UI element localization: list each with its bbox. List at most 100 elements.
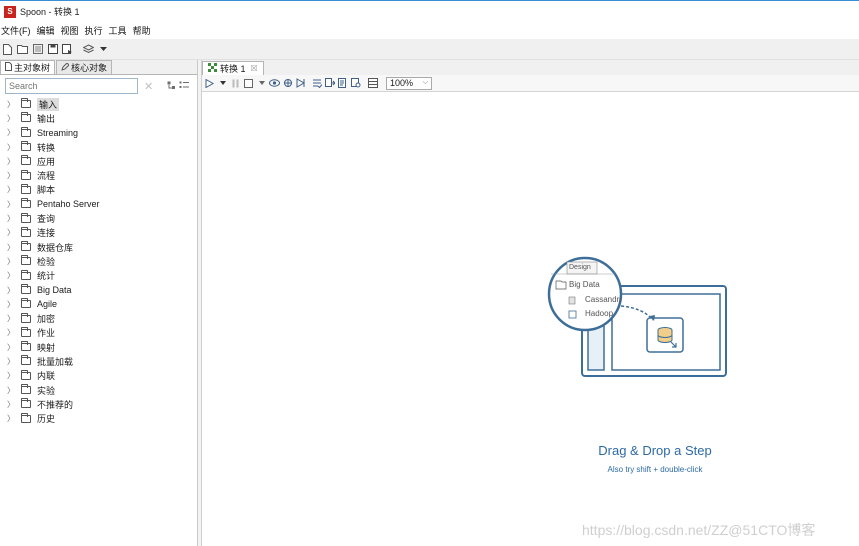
tab-core-objects-label: 核心对象 bbox=[71, 63, 108, 73]
tree-item-job[interactable]: 〉作业 bbox=[0, 326, 196, 340]
run-icon[interactable] bbox=[204, 78, 215, 89]
tree-item-data-warehouse[interactable]: 〉数据仓库 bbox=[0, 240, 196, 254]
expand-all-icon[interactable] bbox=[167, 81, 176, 92]
debug-icon[interactable] bbox=[282, 78, 293, 89]
tree-item-experimental[interactable]: 〉实验 bbox=[0, 383, 196, 397]
transformation-canvas[interactable]: Design Big Data Cassandra Hadoop Drag & … bbox=[202, 92, 859, 546]
chevron-right-icon[interactable]: 〉 bbox=[7, 313, 17, 324]
verify-icon[interactable] bbox=[311, 78, 322, 89]
tab-core-objects[interactable]: 核心对象 bbox=[56, 60, 113, 74]
chevron-right-icon[interactable]: 〉 bbox=[7, 199, 17, 210]
chevron-right-icon[interactable]: 〉 bbox=[7, 299, 17, 310]
chevron-right-icon[interactable]: 〉 bbox=[7, 399, 17, 410]
chevron-right-icon[interactable]: 〉 bbox=[7, 385, 17, 396]
save-icon[interactable] bbox=[47, 44, 58, 55]
perspective-dropdown-icon[interactable] bbox=[98, 44, 109, 55]
search-row: ✕ bbox=[0, 75, 197, 97]
tree-item-history[interactable]: 〉历史 bbox=[0, 412, 196, 426]
stop-icon[interactable] bbox=[243, 78, 254, 89]
database-explore-icon[interactable] bbox=[350, 78, 361, 89]
impact-analysis-icon[interactable] bbox=[324, 78, 335, 89]
chevron-right-icon[interactable]: 〉 bbox=[7, 356, 17, 367]
show-results-icon[interactable] bbox=[367, 78, 378, 89]
tree-item-joins[interactable]: 〉连接 bbox=[0, 226, 196, 240]
menu-view[interactable]: 视图 bbox=[58, 24, 82, 37]
chevron-right-icon[interactable]: 〉 bbox=[7, 242, 17, 253]
title-bar: S Spoon - 转换 1 bbox=[0, 0, 859, 22]
tree-item-deprecated[interactable]: 〉不推荐的 bbox=[0, 397, 196, 411]
menu-edit[interactable]: 编辑 bbox=[34, 24, 58, 37]
chevron-right-icon[interactable]: 〉 bbox=[7, 370, 17, 381]
tree-item-lookup[interactable]: 〉查询 bbox=[0, 211, 196, 225]
tree-item-transform[interactable]: 〉转换 bbox=[0, 140, 196, 154]
folder-icon bbox=[21, 326, 31, 337]
tree-item-validation[interactable]: 〉检验 bbox=[0, 254, 196, 268]
replay-icon[interactable] bbox=[295, 78, 306, 89]
tree-item-cryptography[interactable]: 〉加密 bbox=[0, 311, 196, 325]
chevron-right-icon[interactable]: 〉 bbox=[7, 327, 17, 338]
chevron-right-icon[interactable]: 〉 bbox=[7, 142, 17, 153]
run-dropdown-icon[interactable] bbox=[217, 78, 228, 89]
folder-icon bbox=[21, 341, 31, 352]
editor-toolbar: 100% ⌵ bbox=[202, 75, 859, 92]
chevron-right-icon[interactable]: 〉 bbox=[7, 213, 17, 224]
tree-item-mapping[interactable]: 〉映射 bbox=[0, 340, 196, 354]
tree-item-application[interactable]: 〉应用 bbox=[0, 154, 196, 168]
chevron-right-icon[interactable]: 〉 bbox=[7, 270, 17, 281]
folder-icon bbox=[21, 298, 31, 309]
chevron-right-icon[interactable]: 〉 bbox=[7, 413, 17, 424]
tree-item-input[interactable]: 〉输入 bbox=[0, 97, 196, 111]
chevron-right-icon[interactable]: 〉 bbox=[7, 127, 17, 138]
tree-item-scripting[interactable]: 〉脚本 bbox=[0, 183, 196, 197]
tree-item-agile[interactable]: 〉 Agile bbox=[0, 297, 196, 311]
folder-icon bbox=[21, 312, 31, 323]
tree-item-pentaho-server[interactable]: 〉 Pentaho Server bbox=[0, 197, 196, 211]
perspective-layers-icon[interactable] bbox=[83, 44, 94, 55]
zoom-select[interactable]: 100% ⌵ bbox=[386, 76, 432, 90]
tree-item-flow[interactable]: 〉流程 bbox=[0, 168, 196, 182]
open-folder-icon[interactable] bbox=[17, 44, 28, 55]
spoon-logo-icon: S bbox=[4, 5, 16, 18]
menu-file[interactable]: 文件(F) bbox=[0, 24, 34, 37]
menu-help[interactable]: 帮助 bbox=[130, 24, 154, 37]
tree-item-big-data[interactable]: 〉 Big Data bbox=[0, 283, 196, 297]
folder-icon bbox=[21, 126, 31, 137]
chevron-right-icon[interactable]: 〉 bbox=[7, 99, 17, 110]
tab-main-tree[interactable]: 主对象树 bbox=[0, 60, 56, 74]
folder-icon bbox=[21, 183, 31, 194]
chevron-right-icon[interactable]: 〉 bbox=[7, 156, 17, 167]
chevron-right-icon[interactable]: 〉 bbox=[7, 342, 17, 353]
tree-item-statistics[interactable]: 〉统计 bbox=[0, 269, 196, 283]
folder-icon bbox=[21, 369, 31, 380]
menu-run[interactable]: 执行 bbox=[82, 24, 106, 37]
folder-icon bbox=[21, 355, 31, 366]
save-as-icon[interactable] bbox=[62, 44, 73, 55]
preview-icon[interactable] bbox=[269, 78, 280, 89]
clear-search-icon[interactable]: ✕ bbox=[144, 80, 153, 93]
folder-icon bbox=[21, 384, 31, 395]
chevron-right-icon[interactable]: 〉 bbox=[7, 170, 17, 181]
sql-icon[interactable] bbox=[337, 78, 348, 89]
tree-item-inline[interactable]: 〉内联 bbox=[0, 369, 196, 383]
explore-repository-icon[interactable] bbox=[32, 44, 43, 55]
chevron-right-icon[interactable]: 〉 bbox=[7, 256, 17, 267]
new-file-icon[interactable] bbox=[2, 43, 13, 55]
tree-item-bulk-loading[interactable]: 〉批量加载 bbox=[0, 354, 196, 368]
chevron-right-icon[interactable]: 〉 bbox=[7, 184, 17, 195]
folder-icon bbox=[21, 212, 31, 223]
folder-icon bbox=[21, 226, 31, 237]
collapse-all-icon[interactable] bbox=[179, 81, 190, 92]
chevron-right-icon[interactable]: 〉 bbox=[7, 227, 17, 238]
pause-icon[interactable] bbox=[230, 78, 241, 89]
chevron-right-icon[interactable]: 〉 bbox=[7, 285, 17, 296]
stop-dropdown-icon[interactable] bbox=[256, 78, 267, 89]
folder-icon bbox=[21, 169, 31, 180]
menu-tools[interactable]: 工具 bbox=[106, 24, 130, 37]
tab-transformation[interactable]: 转换 1 ☒ bbox=[202, 61, 264, 75]
tree-item-streaming[interactable]: 〉 Streaming bbox=[0, 126, 196, 140]
tree-item-output[interactable]: 〉输出 bbox=[0, 111, 196, 125]
chevron-right-icon[interactable]: 〉 bbox=[7, 113, 17, 124]
search-input[interactable] bbox=[5, 78, 138, 94]
close-tab-icon[interactable]: ☒ bbox=[251, 64, 258, 73]
left-panel-tabs: 主对象树 核心对象 bbox=[0, 60, 197, 75]
